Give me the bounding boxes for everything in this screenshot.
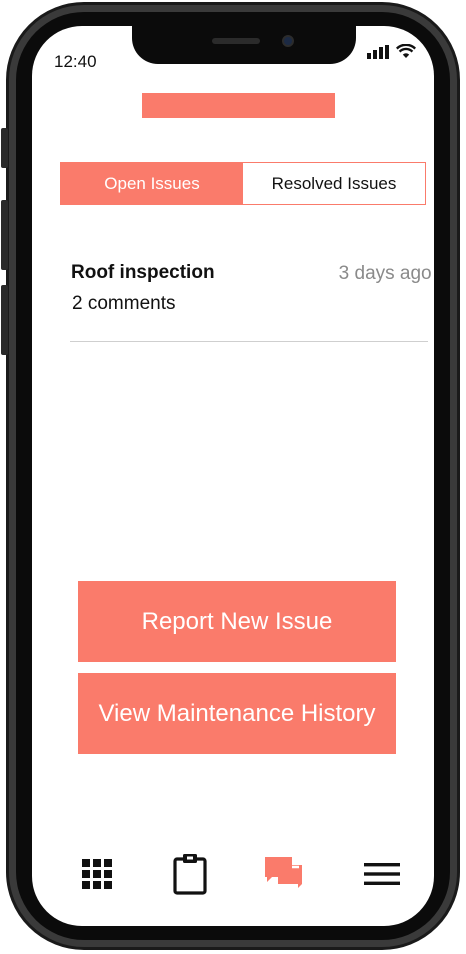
issue-title: Roof inspection xyxy=(71,262,215,283)
issue-list-item[interactable]: Roof inspection 2 comments 3 days ago > xyxy=(70,262,434,342)
report-new-issue-button[interactable]: Report New Issue xyxy=(78,581,396,662)
status-time: 12:40 xyxy=(54,52,97,71)
clipboard-icon xyxy=(173,854,207,895)
wifi-icon xyxy=(396,44,416,59)
issue-comment-count: 2 comments xyxy=(72,293,176,314)
grid-icon xyxy=(82,859,112,889)
app-screen: 12:40 Open Issues Resolved Issues Roof i… xyxy=(32,26,434,926)
volume-up-button xyxy=(1,200,8,270)
status-icons xyxy=(367,44,416,59)
speaker-grille xyxy=(212,38,260,44)
nav-menu[interactable] xyxy=(360,852,404,896)
view-maintenance-history-button[interactable]: View Maintenance History xyxy=(78,673,396,754)
mute-switch xyxy=(1,128,8,168)
issue-time-ago: 3 days ago > xyxy=(338,263,434,284)
tab-resolved-issues[interactable]: Resolved Issues xyxy=(243,163,425,204)
volume-down-button xyxy=(1,285,8,355)
nav-chat[interactable] xyxy=(262,852,306,896)
issue-tabs: Open Issues Resolved Issues xyxy=(60,162,426,205)
front-camera xyxy=(282,35,294,47)
tab-open-issues[interactable]: Open Issues xyxy=(61,163,243,204)
page-title-placeholder xyxy=(142,93,335,118)
nav-clipboard[interactable] xyxy=(168,852,212,896)
signal-icon xyxy=(367,45,389,59)
nav-grid[interactable] xyxy=(75,852,119,896)
chat-icon xyxy=(265,857,302,888)
bottom-nav xyxy=(32,852,434,896)
notch xyxy=(132,26,356,64)
menu-icon xyxy=(364,863,400,885)
